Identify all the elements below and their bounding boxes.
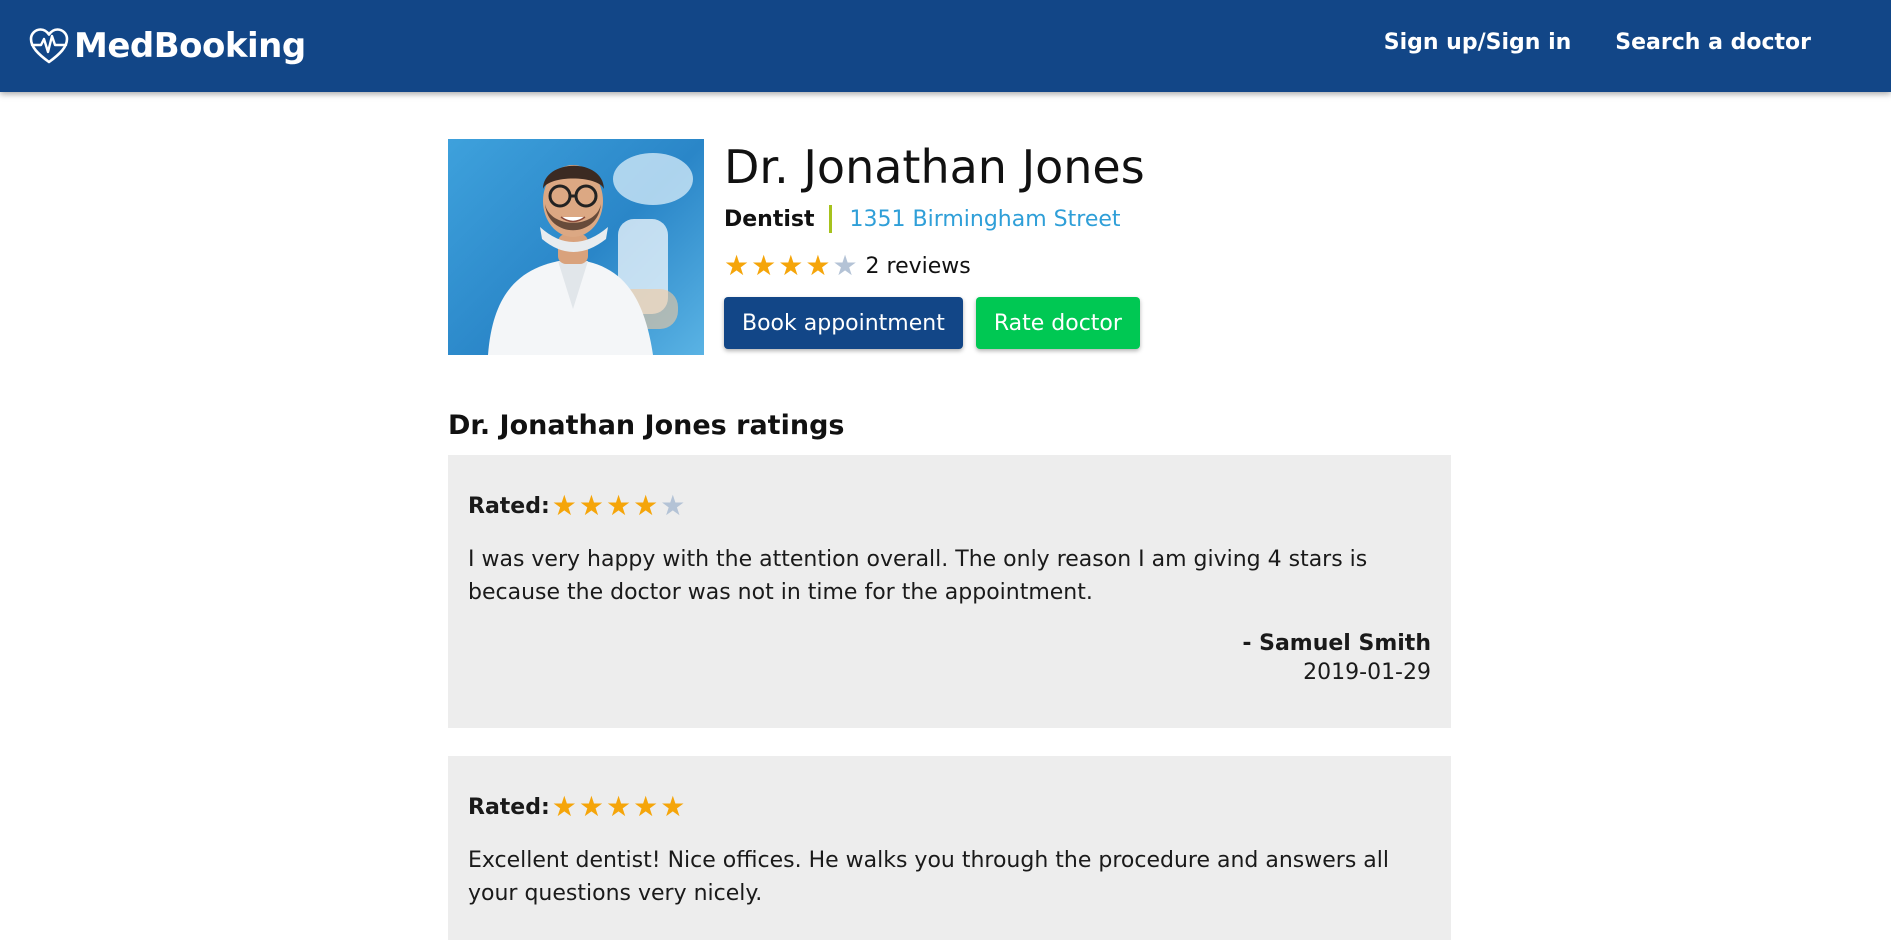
star-filled-icon: ★ (633, 790, 659, 823)
star-filled-icon: ★ (551, 790, 577, 823)
doctor-specialty: Dentist (724, 206, 815, 232)
doctor-photo (448, 139, 704, 355)
brand-logo-link[interactable]: MedBooking (28, 24, 306, 68)
reviews-count: 2 reviews (865, 253, 971, 279)
review-rated-label: Rated: (468, 794, 550, 820)
star-empty-icon: ★ (660, 489, 686, 522)
review-stars: ★ ★ ★ ★ ★ (552, 491, 686, 521)
star-filled-icon: ★ (578, 790, 604, 823)
star-filled-icon: ★ (724, 249, 750, 282)
review-card: Rated: ★ ★ ★ ★ ★ I was very happy with the a… (448, 455, 1451, 728)
top-navbar: MedBooking Sign up/Sign in Search a doct… (0, 0, 1891, 92)
nav-signin-link[interactable]: Sign up/Sign in (1384, 30, 1572, 55)
doctor-rating: ★ ★ ★ ★ ★ 2 reviews (724, 251, 1145, 281)
star-filled-icon: ★ (751, 249, 777, 282)
star-filled-icon: ★ (578, 489, 604, 522)
review-author: - Samuel Smith (1242, 631, 1431, 656)
doctor-address-link[interactable]: 1351 Birmingham Street (850, 207, 1121, 232)
review-rated: Rated: ★ ★ ★ ★ ★ (468, 491, 1431, 521)
review-date: 2019-01-29 (1303, 660, 1431, 685)
main-nav: Sign up/Sign in Search a doctor (1384, 30, 1811, 55)
review-rated-label: Rated: (468, 493, 550, 519)
star-filled-icon: ★ (805, 249, 831, 282)
review-rated: Rated: ★ ★ ★ ★ ★ (468, 792, 1431, 822)
brand-name: MedBooking (74, 26, 306, 66)
star-filled-icon: ★ (551, 489, 577, 522)
ratings-heading: Dr. Jonathan Jones ratings (448, 410, 844, 441)
rate-doctor-button[interactable]: Rate doctor (975, 297, 1140, 349)
doctor-meta: Dentist 1351 Birmingham Street (724, 205, 1145, 233)
specialty-separator (828, 205, 832, 233)
heart-pulse-icon (29, 28, 69, 64)
review-text: I was very happy with the attention over… (468, 547, 1368, 605)
doctor-actions: Book appointment Rate doctor (724, 297, 1145, 349)
star-filled-icon: ★ (778, 249, 804, 282)
doctor-info: Dr. Jonathan Jones Dentist 1351 Birmingh… (724, 139, 1145, 349)
star-empty-icon: ★ (832, 249, 858, 282)
star-filled-icon: ★ (633, 489, 659, 522)
ratings-heading-name: Dr. Jonathan Jones (448, 410, 727, 441)
doctor-portrait-illustration (488, 153, 693, 355)
star-filled-icon: ★ (606, 489, 632, 522)
nav-search-doctor-link[interactable]: Search a doctor (1615, 30, 1811, 55)
star-filled-icon: ★ (660, 790, 686, 823)
doctor-name: Dr. Jonathan Jones (724, 140, 1145, 194)
review-card: Rated: ★ ★ ★ ★ ★ Excellent dentist! Nice off… (448, 756, 1451, 940)
book-appointment-button[interactable]: Book appointment (724, 297, 963, 349)
review-stars: ★ ★ ★ ★ ★ (552, 792, 686, 822)
doctor-rating-stars: ★ ★ ★ ★ ★ (724, 251, 858, 281)
ratings-heading-suffix: ratings (726, 410, 845, 441)
review-text: Excellent dentist! Nice offices. He walk… (468, 848, 1389, 906)
star-filled-icon: ★ (606, 790, 632, 823)
